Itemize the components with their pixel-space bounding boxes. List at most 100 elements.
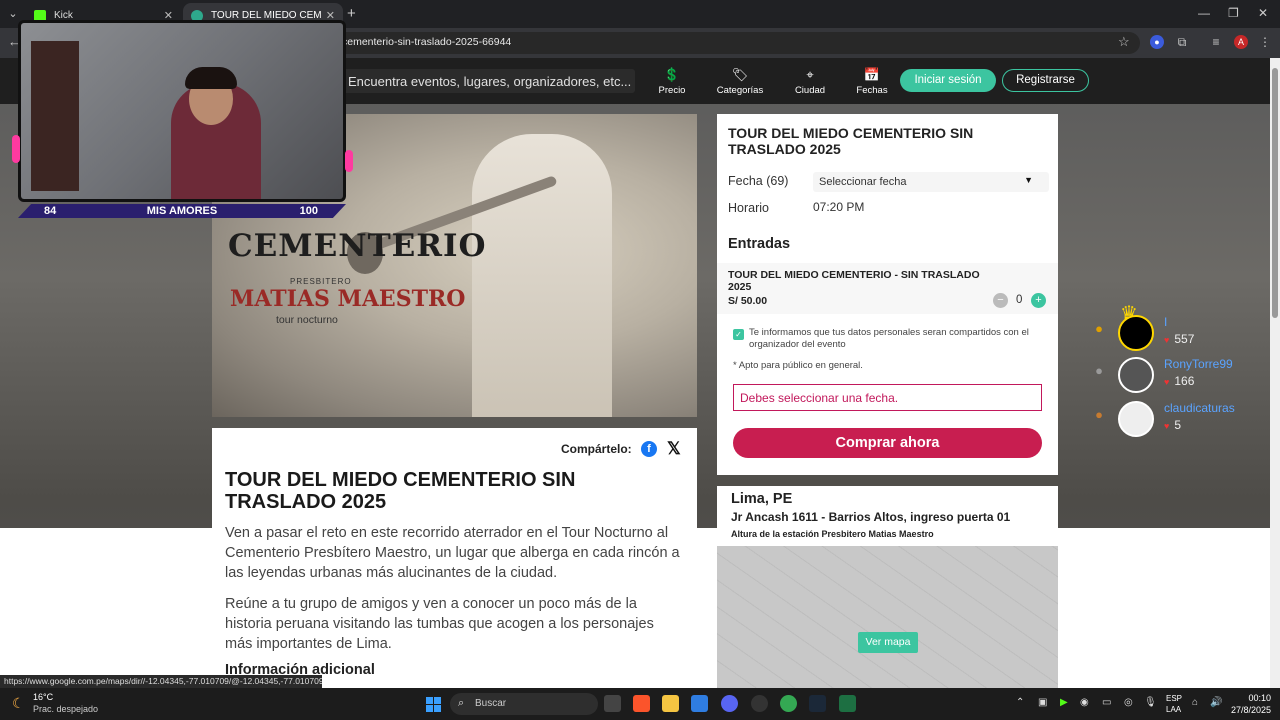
audience-note: * Apto para público en general. xyxy=(733,360,863,371)
medal-icon: ● xyxy=(1095,363,1103,378)
chrome-icon[interactable] xyxy=(780,695,797,712)
date-select[interactable]: Seleccionar fecha ▼ xyxy=(813,172,1049,192)
obs-icon[interactable] xyxy=(751,695,768,712)
site-search-input[interactable]: Encuentra eventos, lugares, organizadore… xyxy=(340,69,635,93)
leaderboard-name: claudicaturas xyxy=(1164,401,1235,415)
page-scrollbar[interactable] xyxy=(1270,58,1280,688)
tray-app-icon[interactable]: ◎ xyxy=(1124,697,1133,708)
steam-icon[interactable] xyxy=(809,695,826,712)
location-card: Lima, PE Jr Ancash 1611 - Barrios Altos,… xyxy=(717,486,1058,688)
task-view-icon[interactable] xyxy=(604,695,621,712)
weather-desc: Prac. despejado xyxy=(33,704,99,714)
stream-goal-bar: MIS AMORES 84 100 xyxy=(18,204,346,218)
ticket-row: TOUR DEL MIEDO CEMENTERIO - SIN TRASLADO… xyxy=(717,263,1058,314)
weather-temp: 16°C xyxy=(33,692,54,702)
tab-search-icon[interactable]: ⌄ xyxy=(5,6,21,22)
restore-icon[interactable]: ❐ xyxy=(1228,6,1239,20)
score-value: 5 xyxy=(1174,418,1182,432)
nav-label: Precio xyxy=(658,85,686,96)
date-label: Fecha (69) xyxy=(728,174,789,188)
tray-overflow-icon[interactable]: ⌃ xyxy=(1016,697,1024,708)
network-icon[interactable]: ⌂ xyxy=(1192,697,1198,708)
tray-app-icon[interactable]: ▶ xyxy=(1060,697,1068,708)
ticket-quantity: 0 xyxy=(1016,294,1023,306)
leaderboard-name: RonyTorre99 xyxy=(1164,357,1233,371)
nav-categorias[interactable]: 🏷 Categorías xyxy=(710,67,770,96)
profile-avatar[interactable]: A xyxy=(1234,35,1248,49)
file-explorer-icon[interactable] xyxy=(662,695,679,712)
start-button[interactable] xyxy=(426,697,441,712)
banner-subtitle: MATIAS MAESTRO xyxy=(230,286,466,312)
consent-checkbox[interactable]: ✓ xyxy=(733,329,744,340)
caret-down-icon: ▼ xyxy=(1024,175,1033,185)
close-window-icon[interactable]: ✕ xyxy=(1258,6,1268,20)
kebab-menu-icon[interactable]: ⋮ xyxy=(1258,35,1272,49)
calendar-icon: 📅 xyxy=(863,67,881,82)
nav-precio[interactable]: 💲 Precio xyxy=(642,67,702,96)
extension-icon[interactable]: ● xyxy=(1150,35,1164,49)
tickets-heading: Entradas xyxy=(728,236,791,252)
x-share-icon[interactable]: 𝕏 xyxy=(667,439,681,459)
decrease-quantity-button[interactable]: − xyxy=(993,293,1008,308)
taskbar-search[interactable]: ⌕ Buscar xyxy=(450,693,598,715)
nav-label: Categorías xyxy=(716,85,764,96)
view-map-button[interactable]: Ver mapa xyxy=(858,632,918,653)
puzzle-extensions-icon[interactable]: ⧉ xyxy=(1175,35,1189,49)
banner-presbitero: PRESBITERO xyxy=(290,277,352,286)
bookmark-star-icon[interactable]: ☆ xyxy=(1118,34,1130,50)
location-pin-icon: ⌖ xyxy=(806,67,814,82)
search-placeholder: Encuentra eventos, lugares, organizadore… xyxy=(348,74,632,89)
medal-icon: ● xyxy=(1095,407,1103,422)
url-text[interactable]: cementerio-sin-traslado-2025-66944 xyxy=(342,36,511,48)
neon-light xyxy=(12,135,20,163)
statue-figure xyxy=(472,134,612,417)
heart-icon: ♥ xyxy=(1164,377,1170,387)
excel-icon[interactable] xyxy=(839,695,856,712)
location-map[interactable]: Ver mapa xyxy=(717,546,1058,688)
goal-current: 84 xyxy=(44,205,57,217)
clock-date[interactable]: 27/8/2025 xyxy=(1221,705,1271,715)
neon-light xyxy=(345,150,353,172)
buy-now-button[interactable]: Comprar ahora xyxy=(733,428,1042,458)
avatar xyxy=(1118,401,1154,437)
leaderboard-entry: ● RonyTorre99 ♥ 166 xyxy=(1092,357,1252,397)
battery-icon[interactable]: ▭ xyxy=(1102,697,1111,708)
register-button[interactable]: Registrarse xyxy=(1002,69,1089,92)
nav-label: Fechas xyxy=(856,85,888,96)
discord-icon[interactable] xyxy=(721,695,738,712)
webcam-door xyxy=(31,41,79,191)
leaderboard-score: ♥ 166 xyxy=(1164,374,1194,388)
event-description-card: Compártelo: f 𝕏 TOUR DEL MIEDO CEMENTERI… xyxy=(212,428,697,688)
microphone-icon[interactable]: 🎙 xyxy=(1144,697,1157,708)
goal-target: 100 xyxy=(299,205,318,217)
goal-label: MIS AMORES xyxy=(146,205,218,217)
facebook-share-icon[interactable]: f xyxy=(641,441,657,457)
dollar-icon: 💲 xyxy=(663,67,681,82)
leaderboard-name: I xyxy=(1164,315,1168,329)
clock-time[interactable]: 00:10 xyxy=(1231,693,1271,703)
nav-label: Ciudad xyxy=(794,85,826,96)
weather-icon[interactable]: ☾ xyxy=(12,695,25,712)
date-error-message: Debes seleccionar una fecha. xyxy=(733,384,1042,411)
search-icon: ⌕ xyxy=(458,697,465,709)
scrollbar-thumb[interactable] xyxy=(1272,68,1278,318)
purchase-title: TOUR DEL MIEDO CEMENTERIO SIN TRASLADO 2… xyxy=(728,125,974,157)
login-button[interactable]: Iniciar sesión xyxy=(900,69,996,92)
windows-taskbar: ☾ 16°C Prac. despejado ⌕ Buscar ⌃ ▣ ▶ ◉ … xyxy=(0,688,1280,720)
minimize-icon[interactable]: — xyxy=(1198,6,1210,20)
error-text: Debes seleccionar una fecha. xyxy=(740,391,899,405)
increase-quantity-button[interactable]: + xyxy=(1031,293,1046,308)
language-indicator[interactable]: ESP xyxy=(1166,694,1182,703)
tray-app-icon[interactable]: ◉ xyxy=(1080,697,1089,708)
status-link-url: https://www.google.com.pe/maps/dir//-12.… xyxy=(0,675,322,688)
tray-app-icon[interactable]: ▣ xyxy=(1038,697,1047,708)
description-paragraph-1: Ven a pasar el reto en este recorrido at… xyxy=(225,525,680,581)
nav-fechas[interactable]: 📅 Fechas xyxy=(842,67,902,96)
brave-icon[interactable] xyxy=(633,695,650,712)
reading-list-icon[interactable]: ≡ xyxy=(1209,35,1223,49)
ticket-name: TOUR DEL MIEDO CEMENTERIO - SIN TRASLADO… xyxy=(728,269,980,293)
nav-ciudad[interactable]: ⌖ Ciudad xyxy=(780,67,840,96)
store-icon[interactable] xyxy=(691,695,708,712)
purchase-card: TOUR DEL MIEDO CEMENTERIO SIN TRASLADO 2… xyxy=(717,114,1058,475)
new-tab-icon[interactable]: + xyxy=(347,5,356,22)
